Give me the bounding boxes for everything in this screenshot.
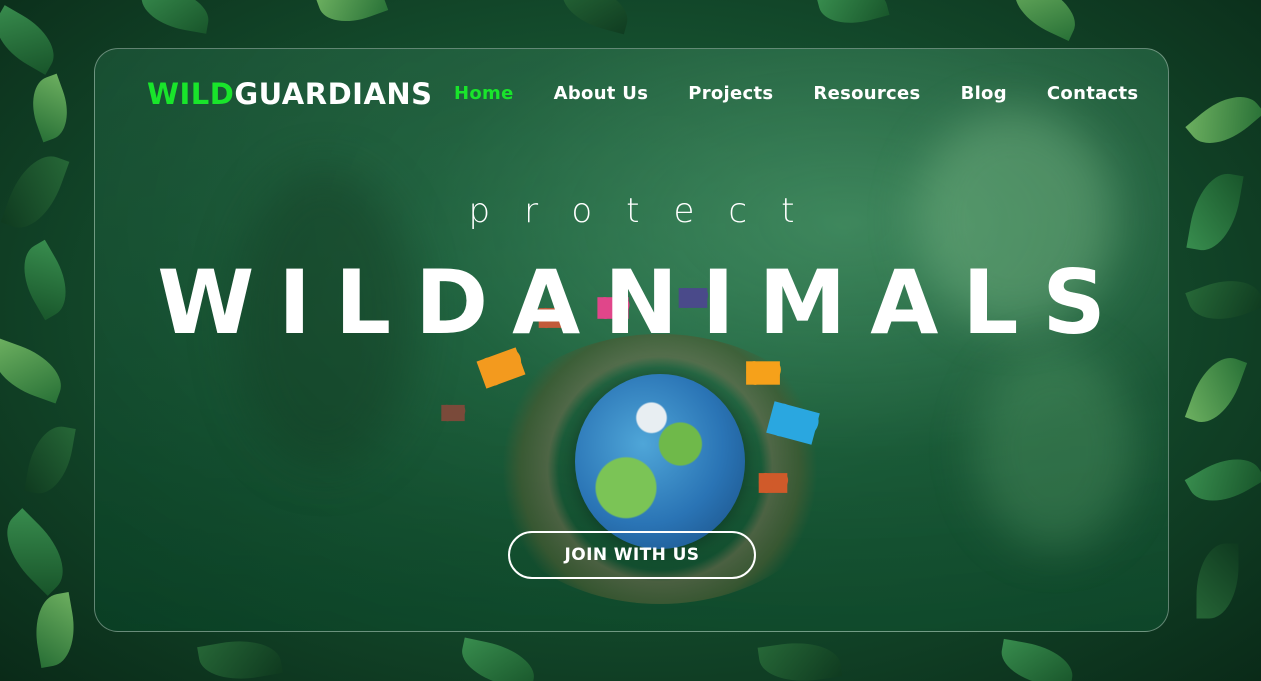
butterfly-icon (758, 473, 788, 493)
logo-suffix: GUARDIANS (234, 77, 433, 111)
nav-item-projects[interactable]: Projects (688, 83, 773, 104)
logo-prefix: WILD (147, 77, 235, 111)
butterfly-icon (441, 404, 465, 422)
leaf-icon (816, 0, 890, 32)
leaf-icon (757, 636, 843, 681)
leaf-icon (10, 239, 80, 321)
join-with-us-button[interactable]: JOIN WITH US (508, 531, 756, 579)
leaf-icon (315, 0, 389, 32)
hero-card: WILDGUARDIANS Home About Us Projects Res… (94, 48, 1169, 632)
site-logo[interactable]: WILDGUARDIANS (147, 77, 433, 111)
forest-light (975, 349, 1135, 549)
leaf-icon (1186, 168, 1244, 256)
hero-headline: WILDANIMALS (157, 251, 1130, 354)
leaf-icon (556, 0, 634, 35)
leaf-icon (1184, 445, 1261, 515)
leaf-icon (24, 422, 76, 498)
leaf-icon (1185, 269, 1261, 331)
leaf-icon (29, 592, 81, 668)
leaf-icon (197, 633, 283, 681)
nav-item-contacts[interactable]: Contacts (1047, 83, 1139, 104)
globe-icon (575, 374, 745, 549)
butterfly-icon (746, 361, 780, 385)
main-nav: Home About Us Projects Resources Blog Co… (454, 83, 1138, 104)
leaf-icon (22, 73, 78, 143)
leaf-icon (0, 338, 70, 404)
leaf-icon (0, 508, 79, 596)
leaf-icon (997, 638, 1077, 681)
leaf-icon (1185, 82, 1261, 158)
nav-item-resources[interactable]: Resources (813, 83, 920, 104)
leaf-icon (1005, 0, 1085, 42)
nav-item-home[interactable]: Home (454, 83, 514, 104)
leaf-icon (0, 5, 66, 75)
leaf-icon (456, 637, 540, 681)
nav-item-about-us[interactable]: About Us (554, 83, 649, 104)
leaf-icon (1184, 349, 1248, 431)
leaf-icon (1196, 543, 1239, 619)
leaf-icon (0, 146, 70, 238)
hero-subtitle: protect (468, 191, 829, 231)
nav-item-blog[interactable]: Blog (961, 83, 1007, 104)
leaf-icon (137, 0, 213, 34)
